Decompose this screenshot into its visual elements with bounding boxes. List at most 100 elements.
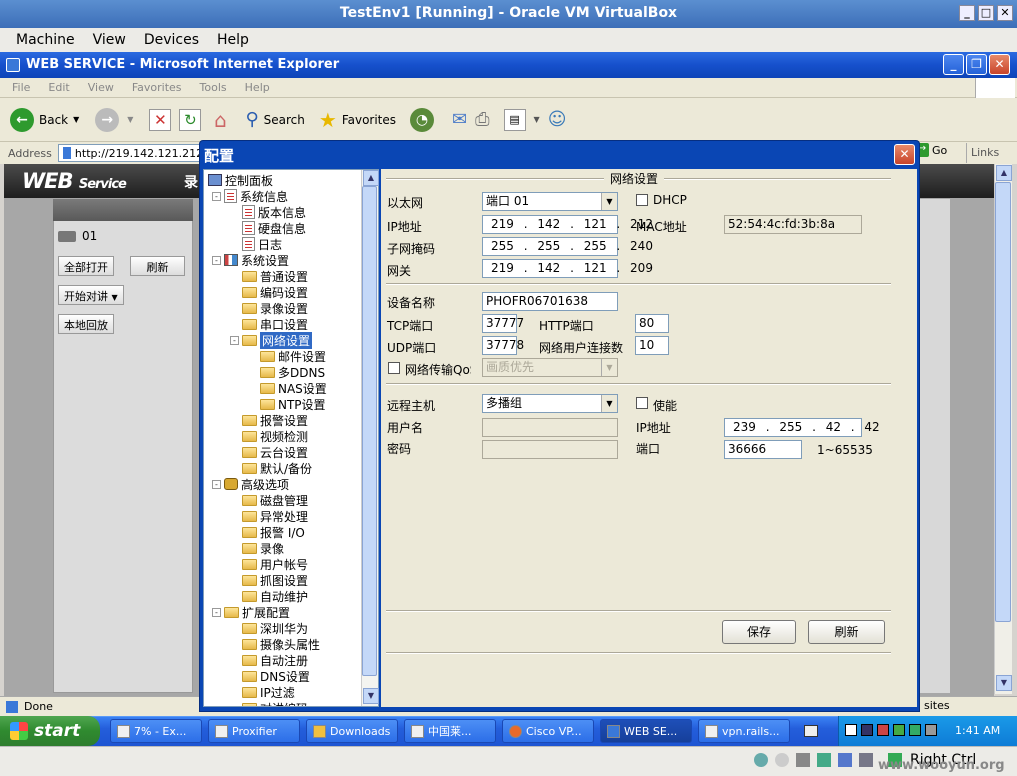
tree-item[interactable]: 控制面板 [208,172,273,188]
remote-port-input[interactable]: 36666 [724,440,802,459]
task-cisco[interactable]: Cisco VP... [502,719,594,743]
tree-item[interactable]: 编码设置 [230,284,308,300]
task-chinese[interactable]: 中国莱... [404,719,496,743]
tree-item[interactable]: 录像设置 [230,300,308,316]
http-port-input[interactable]: 80 [635,314,669,333]
start-talk-button[interactable]: 开始对讲 ▼ [58,285,124,305]
messenger-icon[interactable]: ☺ [548,109,567,130]
address-input[interactable]: http://219.142.121.212/ [57,144,208,162]
tree-item[interactable]: 对讲编码 [230,700,308,706]
collapse-icon[interactable]: - [212,191,221,201]
tree-item[interactable]: 异常处理 [230,508,308,524]
home-icon[interactable]: ⌂ [209,108,231,132]
tree-item[interactable]: 自动注册 [230,652,308,668]
tree-item[interactable]: 日志 [230,236,282,252]
tree-item[interactable]: - 系统设置 [212,252,289,268]
ie-menu-help[interactable]: Help [245,81,270,94]
tree-item[interactable]: - 系统信息 [212,188,288,204]
tree-item[interactable]: 自动维护 [230,588,308,604]
collapse-icon[interactable]: - [212,479,221,489]
forward-arrow-icon[interactable]: → [95,107,120,132]
history-icon[interactable]: ◔ [410,107,435,132]
tree-item[interactable]: 录像 [230,540,284,556]
tree-item[interactable]: 串口设置 [230,316,308,332]
ie-close-icon[interactable]: ✕ [989,54,1010,75]
task-web-service[interactable]: WEB SE... [600,719,692,743]
scroll-down-icon[interactable]: ▼ [996,675,1012,691]
tree-scroll-down-icon[interactable]: ▼ [363,688,379,704]
tree-item[interactable]: - 扩展配置 [212,604,290,620]
tray-icon[interactable] [845,724,857,736]
tree-item[interactable]: 抓图设置 [230,572,308,588]
web-refresh-button[interactable]: 刷新 [130,256,185,276]
tree-item[interactable]: 硬盘信息 [230,220,306,236]
cd-icon[interactable] [775,753,789,767]
tree-item[interactable]: 报警设置 [230,412,308,428]
tree-item[interactable]: 报警 I/O [230,524,305,540]
minimize-icon[interactable]: _ [959,5,975,21]
scroll-up-icon[interactable]: ▲ [996,165,1012,181]
tray-icon[interactable] [877,724,889,736]
ie-menu-view[interactable]: View [88,81,114,94]
tree-item[interactable]: NAS设置 [248,380,327,396]
task-proxifier[interactable]: Proxifier [208,719,300,743]
ethernet-select[interactable]: 端口 01 ▼ [482,192,618,211]
tree-item[interactable]: 邮件设置 [248,348,326,364]
menu-devices[interactable]: Devices [144,32,199,48]
ie-menu-edit[interactable]: Edit [48,81,69,94]
back-button[interactable]: ← Back ▼ [10,107,79,132]
task-vpn[interactable]: vpn.rails... [698,719,790,743]
tray-icon[interactable] [909,724,921,736]
dhcp-checkbox[interactable] [636,194,648,206]
maximize-icon[interactable]: □ [978,5,994,21]
username-input[interactable] [482,418,618,437]
usb-icon[interactable] [796,753,810,767]
display-icon[interactable] [859,753,873,767]
tree-item[interactable]: - 高级选项 [212,476,289,492]
tree-item[interactable]: 用户帐号 [230,556,308,572]
gateway-input[interactable]: 219 . 142 . 121 . 209 [482,259,653,278]
task-excel[interactable]: 7% - Ex... [110,719,202,743]
enable-checkbox[interactable] [636,397,648,409]
stop-icon[interactable]: ✕ [149,108,172,131]
mail-icon[interactable]: ✉ [452,109,467,130]
password-input[interactable] [482,440,618,459]
ie-scroll-thumb[interactable] [995,182,1011,622]
camera-channel[interactable]: 01 [58,229,97,243]
collapse-icon[interactable]: - [212,255,221,265]
device-name-input[interactable]: PHOFR06701638 [482,292,618,311]
ip-input[interactable]: 219 . 142 . 121 . 212 [482,215,653,234]
remote-ip-input[interactable]: 239 . 255 . 42 . 42 [724,418,880,437]
collapse-icon[interactable]: - [212,607,221,617]
tray-icon[interactable] [893,724,905,736]
tree-item[interactable]: 默认/备份 [230,460,312,476]
web-nav-tab[interactable]: 录 [184,172,198,192]
tray-icon[interactable] [861,724,873,736]
menu-help[interactable]: Help [217,32,249,48]
start-button[interactable]: start [0,716,100,746]
menu-machine[interactable]: Machine [16,32,75,48]
udp-port-input[interactable]: 37778 [482,336,524,355]
ie-menu-tools[interactable]: Tools [200,81,227,94]
tree-item[interactable]: 深圳华为 [230,620,308,636]
tree-item[interactable]: DNS设置 [230,668,310,684]
network-icon[interactable] [817,753,831,767]
local-playback-button[interactable]: 本地回放 [58,314,114,334]
tree-item[interactable]: IP过滤 [230,684,295,700]
tree-scroll-thumb[interactable] [362,186,377,676]
tree-item[interactable]: 版本信息 [230,204,306,220]
tree-item[interactable]: 视频检测 [230,428,308,444]
open-all-button[interactable]: 全部打开 [58,256,114,276]
shared-folder-icon[interactable] [838,753,852,767]
ie-restore-icon[interactable]: ❐ [966,54,987,75]
tray-icon[interactable] [925,724,937,736]
edit-icon[interactable]: ▤ [503,108,526,131]
qos-select[interactable]: 画质优先 ▼ [482,358,618,377]
tcp-port-input[interactable]: 37777 [482,314,524,333]
tree-item[interactable]: 摄像头属性 [230,636,320,652]
ie-menu-favorites[interactable]: Favorites [132,81,182,94]
connections-input[interactable]: 10 [635,336,669,355]
refresh-button[interactable]: 刷新 [808,620,885,644]
collapse-icon[interactable]: - [230,335,239,345]
ie-menu-file[interactable]: File [12,81,30,94]
